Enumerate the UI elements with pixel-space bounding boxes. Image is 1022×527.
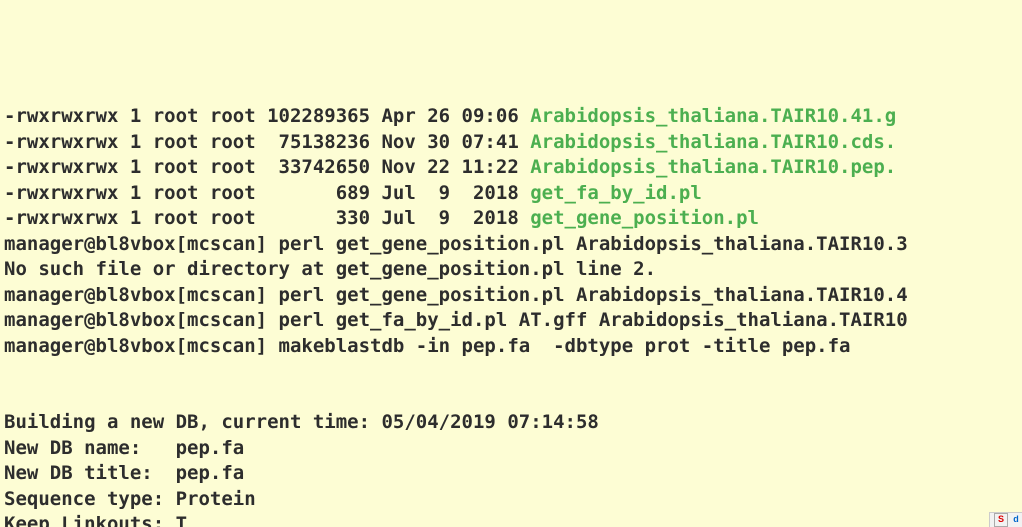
file-name: get_gene_position.pl bbox=[530, 207, 759, 229]
terminal-line: manager@bl8vbox[mcscan] perl get_gene_po… bbox=[4, 232, 1022, 258]
terminal-line: Sequence type: Protein bbox=[4, 487, 1022, 513]
file-name: get_fa_by_id.pl bbox=[530, 182, 702, 204]
terminal-line: Keep Linkouts: T bbox=[4, 512, 1022, 527]
terminal-line: New DB title: pep.fa bbox=[4, 461, 1022, 487]
status-icon-2: d bbox=[1010, 514, 1022, 526]
terminal-line: manager@bl8vbox[mcscan] perl get_gene_po… bbox=[4, 283, 1022, 309]
terminal-line bbox=[4, 385, 1022, 411]
terminal-line: Building a new DB, current time: 05/04/2… bbox=[4, 410, 1022, 436]
terminal-line: No such file or directory at get_gene_po… bbox=[4, 257, 1022, 283]
status-icon-1: S bbox=[994, 513, 1008, 527]
file-name: Arabidopsis_thaliana.TAIR10.cds. bbox=[530, 131, 896, 153]
terminal-line: -rwxrwxrwx 1 root root 689 Jul 9 2018 ge… bbox=[4, 181, 1022, 207]
terminal-line: manager@bl8vbox[mcscan] perl get_fa_by_i… bbox=[4, 308, 1022, 334]
file-name: Arabidopsis_thaliana.TAIR10.41.g bbox=[530, 105, 896, 127]
terminal-line: -rwxrwxrwx 1 root root 33742650 Nov 22 1… bbox=[4, 155, 1022, 181]
terminal-line: -rwxrwxrwx 1 root root 102289365 Apr 26 … bbox=[4, 104, 1022, 130]
file-name: Arabidopsis_thaliana.TAIR10.pep. bbox=[530, 156, 896, 178]
terminal-line bbox=[4, 359, 1022, 385]
terminal-line: manager@bl8vbox[mcscan] makeblastdb -in … bbox=[4, 334, 1022, 360]
terminal-line: New DB name: pep.fa bbox=[4, 436, 1022, 462]
terminal-line: -rwxrwxrwx 1 root root 75138236 Nov 30 0… bbox=[4, 130, 1022, 156]
terminal-output: -rwxrwxrwx 1 root root 102289365 Apr 26 … bbox=[4, 104, 1022, 527]
status-bar: S d bbox=[989, 512, 1022, 527]
terminal-line: -rwxrwxrwx 1 root root 330 Jul 9 2018 ge… bbox=[4, 206, 1022, 232]
